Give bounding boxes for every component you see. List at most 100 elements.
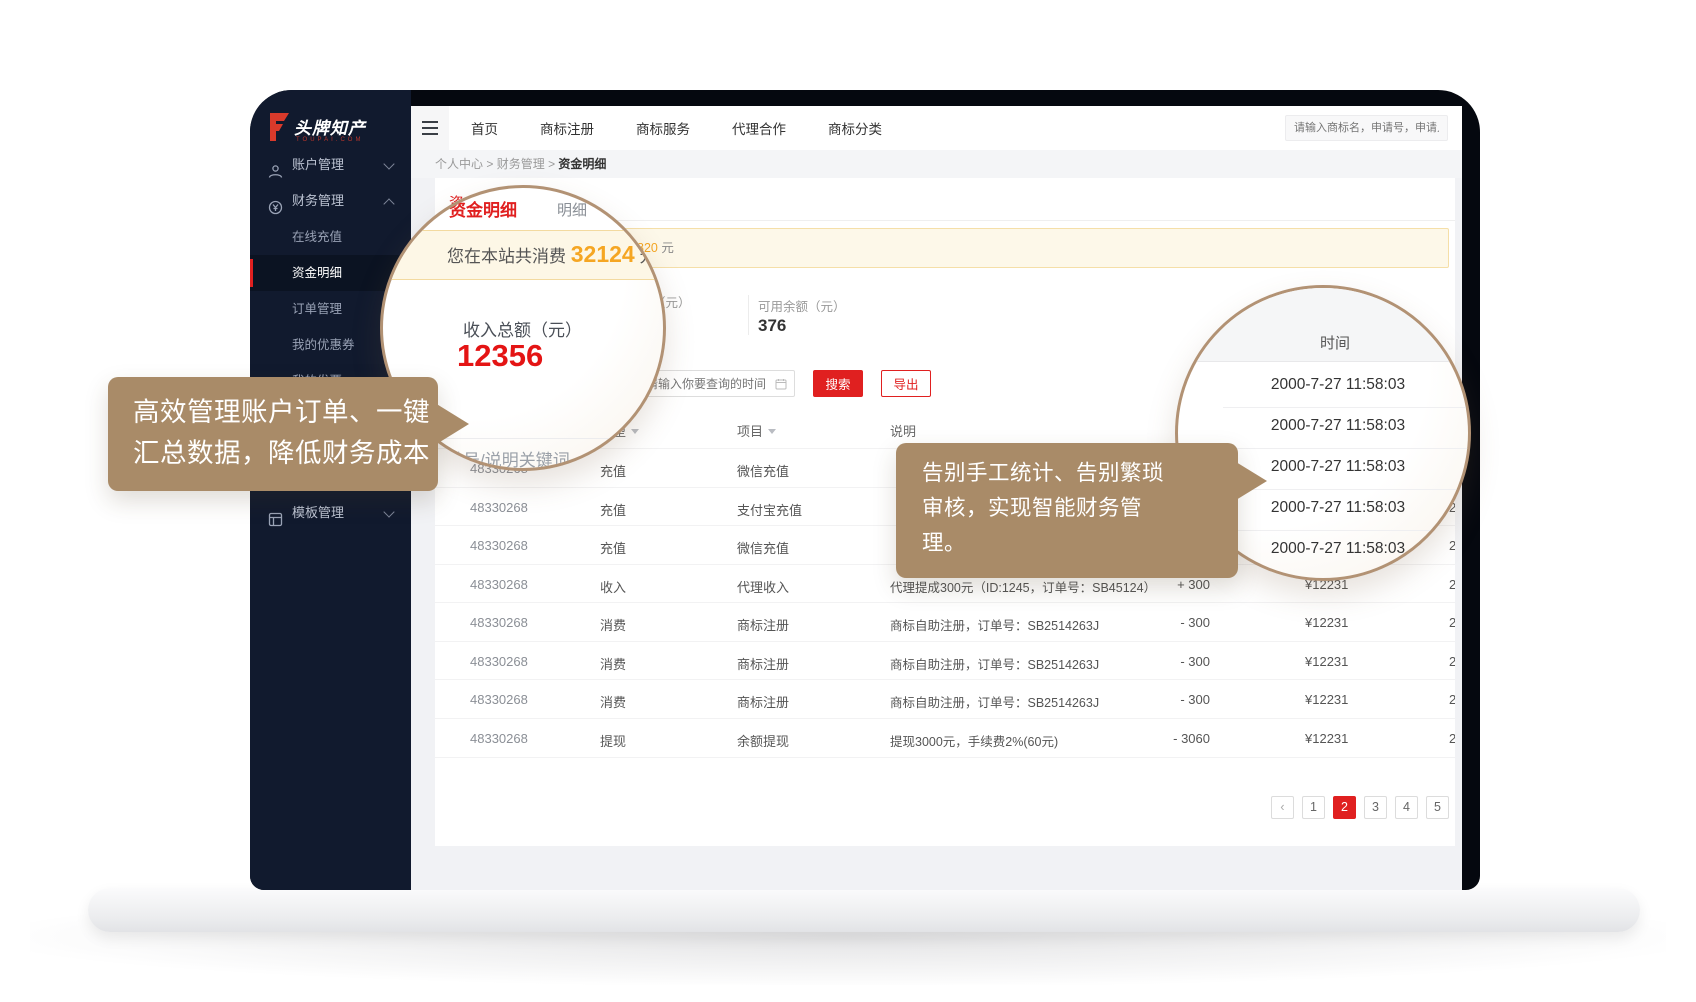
pagination-page-4[interactable]: 4: [1395, 796, 1418, 819]
lens-banner: 您在本站共消费 32124 元: [380, 230, 666, 280]
cell-amount: - 300: [1075, 692, 1210, 707]
pagination-page-2-active[interactable]: 2: [1333, 796, 1356, 819]
banner-tail-unit: 元: [661, 241, 674, 255]
calendar-icon[interactable]: [775, 377, 787, 395]
divider: [1223, 448, 1471, 449]
date-query-input[interactable]: [635, 370, 795, 397]
lens-time-header: 时间: [1178, 288, 1468, 362]
sidebar-item-label: 模板管理: [292, 495, 344, 531]
nav-item-agency[interactable]: 代理合作: [732, 118, 786, 138]
cell-project: 微信充值: [737, 461, 789, 480]
cell-type: 收入: [600, 577, 626, 596]
sidebar-item-finance[interactable]: 财务管理: [250, 183, 411, 219]
cell-type: 充值: [600, 461, 626, 480]
nav-item-trademark-register[interactable]: 商标注册: [540, 118, 594, 138]
breadcrumb-item[interactable]: 个人中心: [435, 157, 483, 171]
sort-caret-icon: [631, 429, 639, 434]
cell-time: 2000-7-27 11:58:03: [1449, 692, 1455, 707]
cell-amount: - 300: [1075, 654, 1210, 669]
cell-order: 48330268: [470, 731, 528, 746]
sidebar-item-templates[interactable]: 模板管理: [250, 495, 411, 531]
sidebar-item-label: 账户管理: [292, 147, 344, 183]
lens-banner-unit: 元: [639, 247, 656, 266]
cell-order: 48330268: [470, 500, 528, 515]
table-row[interactable]: 48330268 提现 余额提现 提现3000元，手续费2%(60元) - 30…: [435, 718, 1455, 759]
callout-right-line2: 审核，实现智能财务管: [922, 491, 1238, 526]
cell-order: 48330268: [470, 577, 528, 592]
lens-time-header-label: 时间: [1178, 332, 1468, 353]
brand-logo-subtext: TOUPAI.COM: [296, 137, 363, 143]
sidebar-subitem-label: 资金明细: [292, 255, 342, 291]
sidebar-item-account[interactable]: 账户管理: [250, 147, 411, 183]
callout-pointer-icon: [435, 403, 469, 445]
pagination-prev-button[interactable]: ‹: [1271, 796, 1294, 819]
cell-time: 2000-7-27 11:58:03: [1449, 577, 1455, 592]
callout-right-line1: 告别手工统计、告别繁琐: [922, 456, 1238, 491]
divider: [1223, 530, 1471, 531]
stat-balance-value: 376: [758, 316, 786, 336]
lens-column-header: 订单号/说明关键词: [429, 446, 570, 471]
cell-order: 48330268: [470, 615, 528, 630]
cell-desc: 商标自助注册，订单号：SB2514263J: [890, 654, 1099, 673]
cell-order: 48330268: [470, 654, 528, 669]
search-button[interactable]: 搜索: [813, 370, 863, 397]
brand-logo-icon: [268, 112, 290, 147]
column-header-project[interactable]: 项目: [737, 421, 776, 440]
cell-amount: + 300: [1075, 577, 1210, 592]
cell-desc: 商标自助注册，订单号：SB2514263J: [890, 692, 1099, 711]
cell-time: 2000-7-27 11:58:03: [1449, 731, 1455, 746]
sidebar-item-label: 财务管理: [292, 183, 344, 219]
breadcrumb-separator: >: [486, 157, 496, 171]
lens-breadcrumb-ghost: 明细: [557, 199, 587, 220]
cell-project: 商标注册: [737, 615, 789, 634]
pagination-page-5[interactable]: 5: [1426, 796, 1449, 819]
chevron-up-icon: [383, 198, 394, 209]
cell-project: 微信充值: [737, 538, 789, 557]
trademark-search-input[interactable]: [1285, 115, 1448, 141]
hamburger-menu-icon[interactable]: [411, 106, 449, 150]
cell-balance: ¥12231: [1305, 692, 1348, 707]
nav-item-home[interactable]: 首页: [471, 118, 498, 138]
nav-item-classification[interactable]: 商标分类: [828, 118, 882, 138]
cell-desc: 提现3000元，手续费2%(60元): [890, 731, 1058, 750]
nav-item-trademark-services[interactable]: 商标服务: [636, 118, 690, 138]
cell-desc: 商标自助注册，订单号：SB2514263J: [890, 615, 1099, 634]
cell-type: 消费: [600, 654, 626, 673]
table-row[interactable]: 48330268 消费 商标注册 商标自助注册，订单号：SB2514263J -…: [435, 679, 1455, 719]
cell-type: 充值: [600, 538, 626, 557]
cell-project: 商标注册: [737, 654, 789, 673]
stat-balance-label: 可用余额（元）: [758, 296, 846, 315]
export-button[interactable]: 导出: [881, 370, 931, 397]
table-row[interactable]: 48330268 消费 商标注册 商标自助注册，订单号：SB2514263J -…: [435, 641, 1455, 681]
pagination-page-3[interactable]: 3: [1364, 796, 1387, 819]
callout-left-line2: 汇总数据，降低财务成本: [133, 433, 438, 474]
lens-income-value: 12356: [457, 338, 543, 374]
cell-type: 消费: [600, 692, 626, 711]
cell-type: 充值: [600, 500, 626, 519]
table-row[interactable]: 48330268 消费 商标注册 商标自助注册，订单号：SB2514263J -…: [435, 602, 1455, 642]
cell-order: 48330268: [470, 692, 528, 707]
cell-project: 余额提现: [737, 731, 789, 750]
brand-logo-text: 头牌知产: [294, 114, 366, 139]
chevron-down-icon: [383, 158, 394, 169]
cell-balance: ¥12231: [1305, 654, 1348, 669]
breadcrumb-separator: >: [548, 157, 558, 171]
laptop-base: [88, 888, 1640, 932]
lens-banner-prefix: 您在本站共消费: [447, 247, 566, 266]
callout-left-line1: 高效管理账户订单、一键: [133, 392, 438, 433]
breadcrumb-item[interactable]: 财务管理: [497, 157, 545, 171]
divider: [748, 295, 749, 335]
cell-type: 提现: [600, 731, 626, 750]
cell-time: 2000-7-27 11:58:03: [1449, 615, 1455, 630]
callout-pointer-icon: [1236, 462, 1267, 500]
cell-project: 商标注册: [737, 692, 789, 711]
pagination-page-1[interactable]: 1: [1302, 796, 1325, 819]
page: 头牌知产 TOUPAI.COM 账户管理 财务管理: [0, 0, 1696, 1002]
callout-right: 告别手工统计、告别繁琐 审核，实现智能财务管 理。: [896, 443, 1238, 578]
cell-project: 代理收入: [737, 577, 789, 596]
sidebar-subitem-label: 我的优惠券: [292, 327, 355, 363]
cell-order: 48330268: [470, 538, 528, 553]
cell-type: 消费: [600, 615, 626, 634]
sidebar-subitem-label: 订单管理: [292, 291, 342, 327]
chevron-down-icon: [383, 506, 394, 517]
